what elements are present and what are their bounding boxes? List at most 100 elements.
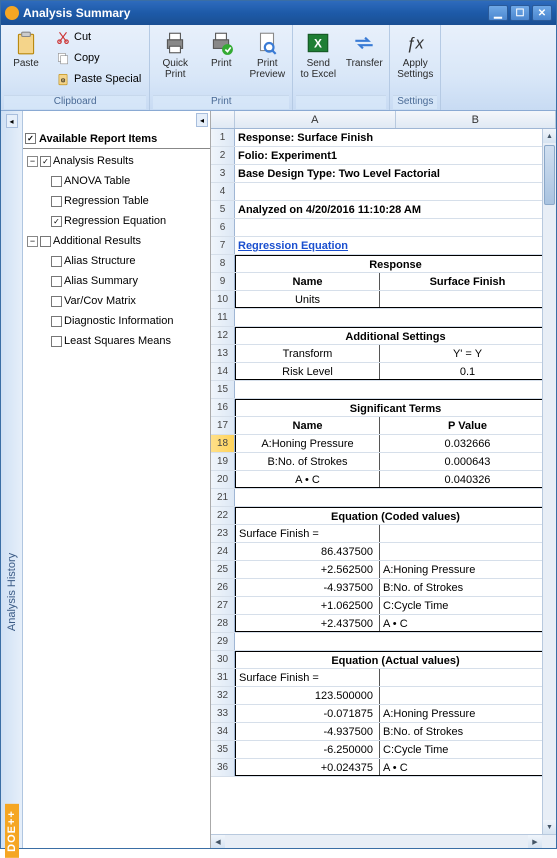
row-header[interactable]: 27 — [211, 597, 235, 614]
cell[interactable]: Equation (Coded values) — [236, 508, 555, 524]
cell[interactable]: +0.024375 — [236, 759, 380, 775]
cell[interactable]: Surface Finish = — [236, 669, 380, 686]
copy-button[interactable]: Copy — [50, 47, 146, 68]
cell[interactable]: Base Design Type: Two Level Factorial — [235, 165, 556, 182]
checkbox[interactable] — [51, 256, 62, 267]
transfer-button[interactable]: Transfer — [342, 26, 386, 72]
cell[interactable]: Name — [236, 417, 380, 434]
minimize-button[interactable]: ▁ — [488, 5, 508, 21]
tree-item[interactable]: Var/Cov Matrix — [23, 291, 210, 311]
cell[interactable] — [380, 687, 555, 704]
row-header[interactable]: 3 — [211, 165, 235, 182]
row-header[interactable]: 15 — [211, 381, 235, 398]
cell[interactable] — [380, 669, 555, 686]
checkbox[interactable]: ✓ — [40, 156, 51, 167]
cut-button[interactable]: Cut — [50, 26, 146, 47]
vertical-scrollbar[interactable]: ▲ ▼ — [542, 129, 556, 834]
cell[interactable]: B:No. of Strokes — [380, 723, 555, 740]
cell[interactable]: A • C — [380, 615, 555, 631]
expand-icon[interactable]: − — [27, 156, 38, 167]
analysis-history-tab[interactable]: Analysis History — [6, 553, 18, 631]
row-header[interactable]: 13 — [211, 345, 235, 362]
tree-item[interactable]: ✓Regression Equation — [23, 211, 210, 231]
cell[interactable]: P Value — [380, 417, 555, 434]
row-header[interactable]: 31 — [211, 669, 235, 686]
checkbox[interactable] — [51, 336, 62, 347]
select-all-corner[interactable] — [211, 111, 235, 128]
row-header[interactable]: 35 — [211, 741, 235, 758]
scroll-thumb[interactable] — [544, 145, 555, 205]
cell[interactable]: +2.562500 — [236, 561, 380, 578]
row-header[interactable]: 18 — [211, 435, 235, 452]
row-header[interactable]: 2 — [211, 147, 235, 164]
row-header[interactable]: 32 — [211, 687, 235, 704]
tree-group[interactable]: −✓Analysis Results — [23, 151, 210, 171]
row-header[interactable]: 4 — [211, 183, 235, 200]
close-button[interactable]: ✕ — [532, 5, 552, 21]
cell[interactable]: A:Honing Pressure — [380, 561, 555, 578]
cell[interactable]: Additional Settings — [236, 328, 555, 344]
cell[interactable] — [235, 309, 556, 326]
quick-print-button[interactable]: QuickPrint — [153, 26, 197, 83]
cell[interactable]: C:Cycle Time — [380, 741, 555, 758]
checkbox[interactable]: ✓ — [51, 216, 62, 227]
cell[interactable]: 0.1 — [380, 363, 555, 379]
tree-item[interactable]: Alias Summary — [23, 271, 210, 291]
row-header[interactable]: 25 — [211, 561, 235, 578]
cell[interactable]: Response: Surface Finish — [235, 129, 556, 146]
row-header[interactable]: 12 — [211, 327, 235, 344]
scroll-right-button[interactable]: ▶ — [528, 835, 542, 848]
row-header[interactable]: 29 — [211, 633, 235, 650]
row-header[interactable]: 20 — [211, 471, 235, 488]
cell[interactable]: Regression Equation — [235, 237, 556, 254]
scroll-down-button[interactable]: ▼ — [543, 820, 556, 834]
row-header[interactable]: 36 — [211, 759, 235, 776]
cell[interactable]: -0.071875 — [236, 705, 380, 722]
tree-item[interactable]: Alias Structure — [23, 251, 210, 271]
cell[interactable]: Surface Finish = — [236, 525, 380, 542]
cell[interactable]: Response — [236, 256, 555, 272]
cell[interactable]: Risk Level — [236, 363, 380, 379]
scroll-up-button[interactable]: ▲ — [543, 129, 556, 143]
collapse-sidebar-button[interactable]: ◂ — [6, 114, 18, 128]
row-header[interactable]: 28 — [211, 615, 235, 632]
cell[interactable]: Units — [236, 291, 380, 307]
cell[interactable]: A • C — [380, 759, 555, 775]
cell[interactable] — [235, 489, 556, 506]
checkbox[interactable] — [51, 316, 62, 327]
tree-item[interactable]: ANOVA Table — [23, 171, 210, 191]
cell[interactable]: 0.032666 — [380, 435, 555, 452]
print-button[interactable]: Print — [199, 26, 243, 72]
checkbox[interactable] — [40, 236, 51, 247]
apply-settings-button[interactable]: ƒxApplySettings — [393, 26, 437, 83]
tree-item[interactable]: Regression Table — [23, 191, 210, 211]
cell[interactable]: Transform — [236, 345, 380, 362]
row-header[interactable]: 16 — [211, 399, 235, 416]
row-header[interactable]: 19 — [211, 453, 235, 470]
cell[interactable]: 0.000643 — [380, 453, 555, 470]
cell[interactable]: -6.250000 — [236, 741, 380, 758]
row-header[interactable]: 9 — [211, 273, 235, 290]
cell[interactable]: -4.937500 — [236, 579, 380, 596]
cell[interactable]: Analyzed on 4/20/2016 11:10:28 AM — [235, 201, 556, 218]
tree-item[interactable]: Diagnostic Information — [23, 311, 210, 331]
row-header[interactable]: 10 — [211, 291, 235, 308]
cell[interactable]: B:No. of Strokes — [236, 453, 380, 470]
row-header[interactable]: 22 — [211, 507, 235, 524]
row-header[interactable]: 23 — [211, 525, 235, 542]
row-header[interactable]: 33 — [211, 705, 235, 722]
send-to-excel-button[interactable]: XSendto Excel — [296, 26, 340, 83]
col-header-A[interactable]: A — [235, 111, 396, 128]
checkbox[interactable] — [51, 296, 62, 307]
checkbox[interactable] — [51, 176, 62, 187]
maximize-button[interactable]: ☐ — [510, 5, 530, 21]
row-header[interactable]: 5 — [211, 201, 235, 218]
row-header[interactable]: 11 — [211, 309, 235, 326]
row-header[interactable]: 24 — [211, 543, 235, 560]
tree-item[interactable]: Least Squares Means — [23, 331, 210, 351]
cell[interactable]: 123.500000 — [236, 687, 380, 704]
cell[interactable]: C:Cycle Time — [380, 597, 555, 614]
cell[interactable]: Equation (Actual values) — [236, 652, 555, 668]
cell[interactable] — [235, 219, 556, 236]
cell[interactable] — [380, 291, 555, 307]
